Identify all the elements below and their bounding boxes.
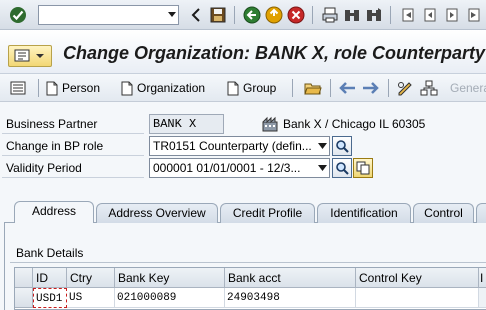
chevron-down-icon[interactable] — [316, 137, 328, 155]
role-label: Change in BP role — [6, 139, 104, 153]
tab-identification[interactable]: Identification — [317, 203, 411, 223]
back-icon[interactable] — [242, 5, 262, 25]
chevron-down-icon[interactable] — [166, 6, 178, 24]
country-cell[interactable]: US — [67, 288, 115, 308]
role-search-button[interactable] — [332, 136, 352, 156]
document-icon — [227, 81, 239, 95]
tab-control[interactable]: Control — [413, 203, 474, 223]
organization-button[interactable]: Organization — [121, 78, 205, 98]
divider — [2, 177, 144, 178]
folder-open-icon — [304, 83, 322, 95]
open-button[interactable] — [304, 78, 322, 98]
save-icon[interactable] — [208, 5, 228, 25]
chevron-down-icon[interactable] — [316, 159, 328, 177]
column-header-control-key[interactable]: Control Key — [356, 268, 479, 288]
business-partner-description: Bank X / Chicago IL 60305 — [283, 117, 426, 131]
tab-label: Identification — [330, 206, 398, 220]
copy-icon — [356, 161, 370, 175]
menu-button[interactable] — [8, 45, 52, 67]
tab-credit-profile[interactable]: Credit Profile — [220, 203, 315, 223]
tab-address-overview[interactable]: Address Overview — [96, 203, 218, 223]
command-field[interactable] — [38, 5, 179, 25]
tab-address[interactable]: Address — [14, 201, 94, 223]
find-next-icon[interactable] — [364, 5, 384, 25]
role-dropdown[interactable]: TR0151 Counterparty (defin... — [149, 136, 330, 156]
detail-view-button[interactable] — [10, 78, 26, 98]
bank-details-table: ID Ctry Bank Key Bank acct Control Key I… — [14, 267, 486, 310]
validity-copy-button[interactable] — [353, 158, 373, 178]
page-title: Change Organization: BANK X, role Counte… — [63, 43, 486, 63]
bank-account-cell[interactable]: 24903498 — [225, 288, 356, 308]
first-page-icon[interactable] — [398, 5, 418, 25]
business-partner-field[interactable]: BANK X — [149, 114, 224, 134]
exit-icon[interactable] — [264, 5, 284, 25]
cancel-icon[interactable] — [286, 5, 306, 25]
column-header-country[interactable]: Ctry — [67, 268, 115, 288]
column-header-bank-account[interactable]: Bank acct — [225, 268, 356, 288]
control-key-cell[interactable] — [356, 288, 479, 308]
validity-search-button[interactable] — [332, 158, 352, 178]
general-label: Genera — [450, 81, 486, 95]
building-icon — [262, 116, 278, 132]
next-page-icon[interactable] — [442, 5, 462, 25]
magnifier-icon — [336, 162, 349, 175]
group-button[interactable]: Group — [227, 78, 276, 98]
hierarchy-icon — [420, 80, 438, 96]
business-partner-label: Business Partner — [6, 117, 98, 131]
list-icon — [10, 81, 26, 95]
menu-icon — [14, 49, 44, 62]
standard-toolbar — [0, 0, 486, 30]
tab-label: Control — [424, 206, 463, 220]
person-label: Person — [62, 81, 101, 95]
relationships-button[interactable] — [420, 78, 438, 98]
extra-cell[interactable] — [479, 288, 486, 308]
arrow-left-icon — [339, 82, 355, 94]
bank-id-cell[interactable]: USD1 — [33, 288, 67, 308]
document-icon — [121, 81, 133, 95]
tab-label: Address Overview — [108, 206, 206, 220]
last-page-icon[interactable] — [464, 5, 484, 25]
tab-label: Address — [31, 204, 77, 218]
validity-value: 000001 01/01/0001 - 12/3... — [153, 161, 301, 175]
next-button[interactable] — [362, 78, 380, 98]
divider — [2, 133, 144, 134]
previous-button[interactable] — [338, 78, 356, 98]
group-divider — [10, 262, 486, 263]
pencil-glasses-icon — [398, 82, 412, 96]
organization-label: Organization — [137, 81, 206, 95]
role-value: TR0151 Counterparty (defin... — [153, 139, 312, 153]
validity-label: Validity Period — [6, 161, 82, 175]
validity-dropdown[interactable]: 000001 01/01/0001 - 12/3... — [149, 158, 330, 178]
group-label: Group — [243, 81, 277, 95]
print-icon[interactable] — [320, 5, 340, 25]
person-button[interactable]: Person — [46, 78, 100, 98]
enter-icon[interactable] — [8, 5, 28, 25]
row-selector[interactable] — [15, 288, 33, 308]
find-icon[interactable] — [342, 5, 362, 25]
bank-details-title: Bank Details — [16, 246, 84, 260]
magnifier-icon — [336, 140, 349, 153]
column-header-bank-key[interactable]: Bank Key — [115, 268, 225, 288]
column-header-more[interactable]: I — [479, 268, 486, 288]
select-all-cell[interactable] — [15, 268, 33, 288]
tab-label: Credit Profile — [232, 206, 303, 220]
bank-key-cell[interactable]: 021000089 — [115, 288, 225, 308]
column-header-id[interactable]: ID — [33, 268, 67, 288]
collapse-icon[interactable] — [186, 5, 206, 25]
divider — [2, 155, 144, 156]
general-data-button[interactable]: Genera — [450, 78, 486, 98]
document-icon — [46, 81, 58, 95]
tab-overflow[interactable] — [476, 203, 486, 223]
switch-display-change-button[interactable] — [396, 78, 414, 98]
arrow-right-icon — [363, 82, 379, 94]
prev-page-icon[interactable] — [420, 5, 440, 25]
